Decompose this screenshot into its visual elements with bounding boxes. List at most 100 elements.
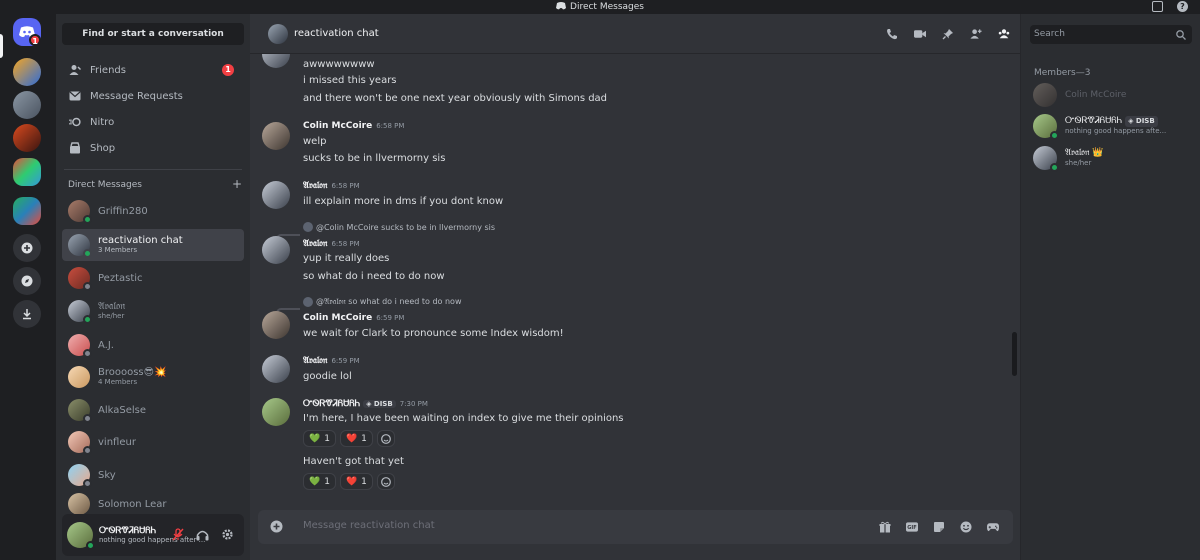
dm-item[interactable]: Griffin280 (62, 195, 244, 227)
create-dm-button[interactable]: + (232, 178, 242, 190)
group-avatar (268, 23, 288, 44)
dm-sub: 4 Members (98, 378, 138, 386)
dm-name: Sky (98, 469, 116, 481)
group-avatar (68, 366, 90, 388)
gif-icon[interactable]: GIF (906, 521, 918, 533)
add-server-button[interactable] (13, 234, 41, 262)
search-box[interactable] (1030, 25, 1192, 44)
call-icon[interactable] (886, 28, 898, 40)
reaction-green-heart[interactable]: 💚 1 (303, 473, 336, 490)
status-offline (83, 282, 92, 291)
members-icon[interactable] (998, 28, 1010, 40)
headphones-icon[interactable] (196, 528, 209, 541)
add-reaction-button[interactable] (376, 473, 395, 490)
discord-app: Direct Messages ? 1 Find or start a conv… (0, 0, 1200, 560)
dm-item[interactable]: A.J. (62, 329, 244, 361)
reply-preview[interactable]: @𝔄𝔳𝔞𝔩𝔬𝔫 so what do i need to do now (303, 297, 462, 307)
dm-item[interactable]: 𝔄𝔳𝔞𝔩𝔬𝔫 she/her (62, 295, 244, 327)
apps-icon[interactable] (987, 521, 999, 533)
dm-item-reactivation-chat[interactable]: reactivation chat 3 Members (62, 229, 244, 261)
member-item[interactable]: ᏅᏫᏒᏡᏘᏲᏌᏲᏂ ◈ DISB nothing good happens aft… (1033, 110, 1193, 142)
nav-message-requests-label: Message Requests (90, 90, 183, 102)
server-folder-2[interactable] (13, 197, 41, 225)
status-offline (83, 349, 92, 358)
scrollbar-thumb[interactable] (1012, 332, 1017, 376)
reaction-green-heart[interactable]: 💚 1 (303, 430, 336, 447)
sticker-icon[interactable] (933, 521, 945, 533)
dm-item[interactable]: Brooooss😎💥 4 Members (62, 361, 244, 393)
dm-name: Peztastic (98, 272, 143, 284)
dm-section-title: Direct Messages (68, 180, 142, 190)
status-online (83, 215, 92, 224)
mic-muted-icon[interactable] (171, 528, 184, 541)
member-item[interactable]: Colin McCoire (1033, 79, 1193, 111)
avatar[interactable] (262, 122, 290, 150)
timestamp: 6:59 PM (331, 357, 360, 365)
message-text: so what do i need to do now (303, 271, 445, 282)
nav-message-requests[interactable]: Message Requests (62, 84, 244, 108)
nav-friends-label: Friends (90, 64, 126, 76)
svg-text:GIF: GIF (907, 525, 917, 531)
dm-item[interactable]: Sky (62, 459, 244, 491)
status-online (1050, 163, 1059, 172)
add-reaction-icon (381, 433, 391, 444)
avatar[interactable] (262, 236, 290, 264)
message-author[interactable]: 𝔄𝔳𝔞𝔩𝔬𝔫 6:59 PM (303, 356, 360, 366)
author-name: Colin McCoire (303, 121, 373, 131)
pin-icon[interactable] (942, 28, 954, 40)
gift-icon[interactable] (879, 521, 891, 533)
reaction-emoji: 💚 (309, 476, 321, 487)
author-name: ᏅᏫᏒᏡᏘᏲᏌᏲᏂ (303, 399, 361, 409)
settings-icon[interactable] (221, 528, 234, 541)
message-input[interactable] (303, 520, 803, 531)
avatar[interactable] (262, 398, 290, 426)
emoji-icon[interactable] (960, 521, 972, 533)
avatar[interactable] (262, 355, 290, 383)
dm-item[interactable]: AlkaSelse (62, 394, 244, 426)
avatar (68, 431, 92, 455)
user-avatar[interactable] (67, 522, 95, 550)
message-author[interactable]: 𝔄𝔳𝔞𝔩𝔬𝔫 6:58 PM (303, 239, 360, 249)
message-text: goodie lol (303, 371, 352, 382)
attach-plus-icon[interactable] (270, 518, 283, 537)
dm-item[interactable]: Peztastic (62, 262, 244, 294)
server-icon-1[interactable] (13, 58, 41, 86)
message-author[interactable]: 𝔄𝔳𝔞𝔩𝔬𝔫 6:58 PM (303, 181, 360, 191)
member-item[interactable]: 𝔄𝔳𝔞𝔩𝔬𝔫 👑 she/her (1033, 142, 1193, 174)
server-icon-2[interactable] (13, 91, 41, 119)
message-author[interactable]: Colin McCoire 6:58 PM (303, 121, 404, 131)
avatar[interactable] (262, 181, 290, 209)
author-name: Colin McCoire (303, 313, 373, 323)
search-input[interactable] (1034, 29, 1164, 39)
nav-nitro[interactable]: Nitro (62, 110, 244, 134)
message-author[interactable]: Colin McCoire 6:59 PM (303, 313, 404, 323)
reaction-red-heart[interactable]: ❤️ 1 (339, 430, 373, 447)
discover-button[interactable] (13, 267, 41, 295)
add-reaction-button[interactable] (376, 430, 395, 447)
inbox-icon[interactable] (1152, 1, 1163, 12)
video-icon[interactable] (914, 28, 926, 40)
find-conversation-button[interactable]: Find or start a conversation (62, 23, 244, 45)
reply-text: @Colin McCoire sucks to be in llvermorny… (316, 222, 496, 232)
search-icon (1176, 29, 1186, 48)
reply-avatar (303, 222, 313, 232)
message-author[interactable]: ᏅᏫᏒᏡᏘᏲᏌᏲᏂ ◈ DISB 7:30 PM (303, 399, 428, 409)
home-button[interactable]: 1 (13, 18, 41, 46)
reply-avatar (303, 297, 313, 307)
server-folder-1[interactable] (13, 158, 41, 186)
server-icon-3[interactable] (13, 124, 41, 152)
member-name: Colin McCoire (1065, 89, 1127, 100)
nav-shop[interactable]: Shop (62, 136, 244, 160)
add-member-icon[interactable] (970, 28, 982, 40)
avatar[interactable] (262, 54, 290, 68)
user-panel: ᏅᏫᏒᏡᏘᏲᏌᏲᏂ nothing good happens after ... (62, 514, 244, 556)
nav-friends[interactable]: Friends 1 (62, 58, 244, 82)
avatar[interactable] (262, 311, 290, 339)
message-text: welp (303, 136, 327, 147)
message-text: i missed this years (303, 75, 397, 86)
reply-preview[interactable]: @Colin McCoire sucks to be in llvermorny… (303, 222, 495, 232)
reaction-red-heart[interactable]: ❤️ 1 (339, 473, 373, 490)
download-button[interactable] (13, 300, 41, 328)
dm-item[interactable]: vinfleur (62, 426, 244, 458)
help-icon[interactable]: ? (1177, 1, 1188, 12)
